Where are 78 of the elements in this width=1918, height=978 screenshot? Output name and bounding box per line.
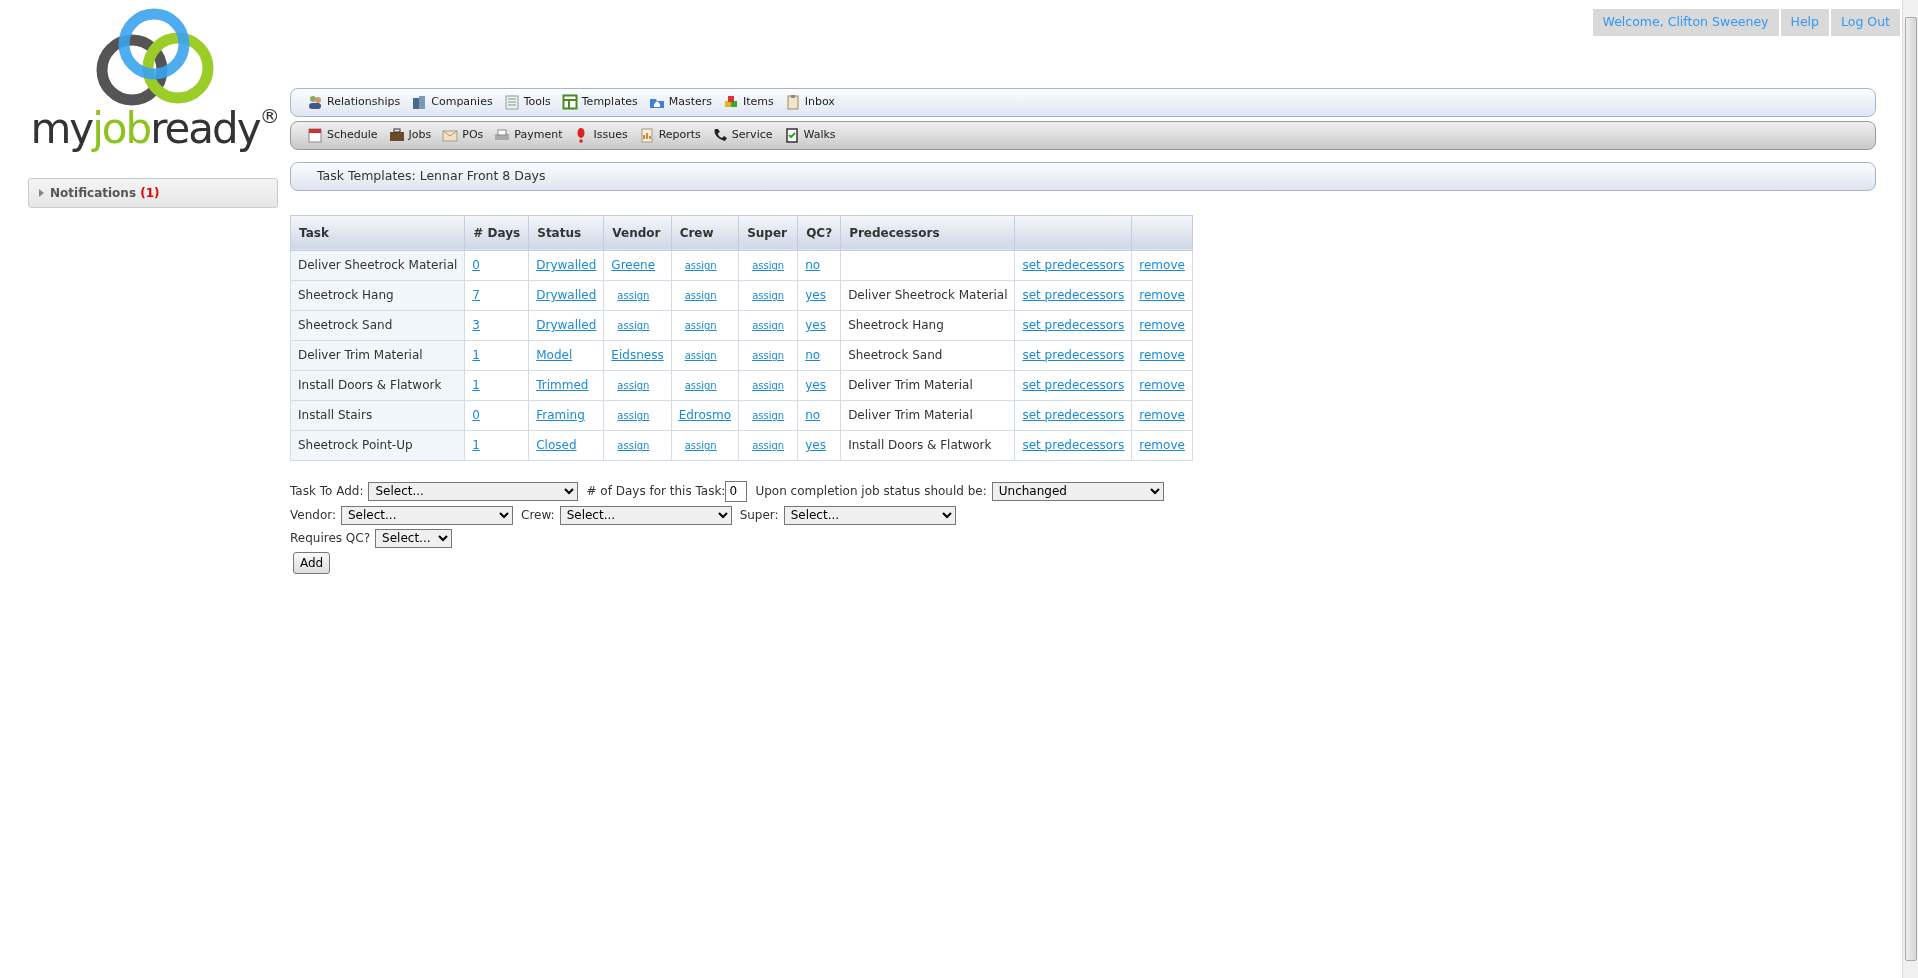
field-label: Vendor:: [290, 507, 336, 525]
list-icon: [503, 94, 520, 111]
nav-link[interactable]: POs: [442, 127, 484, 144]
buildings-icon: [411, 94, 428, 111]
column-header: # Days: [464, 215, 529, 251]
table-cell: Install Doors & Flatwork: [290, 370, 465, 401]
checklist-icon: [783, 127, 800, 144]
field-label: Upon completion job status should be:: [755, 483, 987, 501]
table-cell: Sheetrock Sand: [840, 340, 1015, 371]
nav-link[interactable]: Walks: [783, 127, 836, 144]
logo-text: myjobready$^{®}$: [30, 107, 280, 150]
field-label: Crew:: [521, 507, 555, 525]
table-cell: Install Stairs: [290, 400, 465, 431]
field-label: Super:: [739, 507, 779, 525]
dropdown[interactable]: Unchanged: [991, 481, 1164, 501]
table-link[interactable]: 0: [472, 408, 480, 423]
help-link[interactable]: Help: [1780, 9, 1830, 36]
table-cell: Deliver Sheetrock Material: [840, 280, 1015, 311]
scrollbar[interactable]: [1902, 0, 1918, 978]
nav-link[interactable]: Reports: [638, 127, 701, 144]
table-cell: Deliver Trim Material: [840, 370, 1015, 401]
table-link[interactable]: no: [805, 408, 821, 423]
field-label: Requires QC?: [290, 530, 371, 548]
table-link[interactable]: 3: [472, 318, 480, 333]
column-header: Super: [738, 215, 798, 251]
page-title: Task Templates: Lennar Front 8 Days: [317, 166, 546, 185]
nav-link[interactable]: Schedule: [307, 127, 378, 144]
welcome-link[interactable]: Welcome, Clifton Sweeney: [1592, 9, 1779, 36]
table-cell: Deliver Sheetrock Material: [290, 250, 465, 281]
table-link[interactable]: 7: [472, 288, 480, 303]
column-header: Predecessors: [840, 215, 1015, 251]
report-icon: [638, 127, 655, 144]
envelope-icon: [442, 127, 459, 144]
column-header: QC?: [797, 215, 841, 251]
nav-link[interactable]: Items: [723, 94, 774, 111]
input-field[interactable]: 0: [725, 480, 748, 502]
nav-link[interactable]: Inbox: [784, 94, 835, 111]
table-link[interactable]: no: [805, 258, 821, 273]
table-cell: Sheetrock Point-Up: [290, 430, 465, 461]
table-cell: Install Doors & Flatwork: [840, 430, 1015, 461]
table-cell: Deliver Trim Material: [840, 400, 1015, 431]
table-cell: Sheetrock Hang: [840, 310, 1015, 341]
dropdown[interactable]: Select...: [368, 481, 579, 501]
table-link[interactable]: 1: [472, 438, 480, 453]
column-header: Crew: [671, 215, 739, 251]
add-button[interactable]: Add: [293, 551, 331, 574]
nav-link[interactable]: Service: [711, 127, 773, 144]
table-link[interactable]: 1: [472, 378, 480, 393]
nav-link[interactable]: Templates: [561, 94, 638, 111]
briefcase-icon: [388, 127, 405, 144]
people-icon: [307, 94, 323, 111]
table-link[interactable]: no: [805, 348, 821, 363]
column-header: Status: [528, 215, 604, 251]
table-cell: Sheetrock Hang: [290, 280, 465, 311]
field-label: Task To Add:: [290, 483, 364, 501]
nav-link[interactable]: Relationships: [307, 94, 401, 111]
table-cell: Deliver Trim Material: [290, 340, 465, 371]
calendar-icon: [307, 127, 323, 144]
field-label: # of Days for this Task:: [586, 483, 726, 501]
table-link[interactable]: 0: [472, 258, 480, 273]
nav-link[interactable]: Tools: [503, 94, 551, 111]
dropdown[interactable]: Select...: [375, 528, 453, 548]
dropdown[interactable]: Select...: [783, 505, 956, 525]
column-header: Task: [290, 215, 465, 251]
nav-link[interactable]: Companies: [411, 94, 493, 111]
notifications-panel[interactable]: Notifications (1): [28, 177, 278, 208]
logout-link[interactable]: Log Out: [1831, 9, 1900, 36]
column-header: Vendor: [603, 215, 672, 251]
nav-link[interactable]: Payment: [494, 127, 563, 144]
table-cell: Sheetrock Sand: [290, 310, 465, 341]
nav-link[interactable]: Jobs: [388, 127, 432, 144]
nav-link[interactable]: Masters: [648, 94, 712, 111]
layout-icon: [561, 94, 578, 111]
nav-link[interactable]: Issues: [573, 127, 628, 144]
table-link[interactable]: 1: [472, 348, 480, 363]
dropdown[interactable]: Select...: [341, 505, 513, 525]
clipboard-icon: [784, 94, 801, 111]
dropdown[interactable]: Select...: [559, 505, 732, 525]
